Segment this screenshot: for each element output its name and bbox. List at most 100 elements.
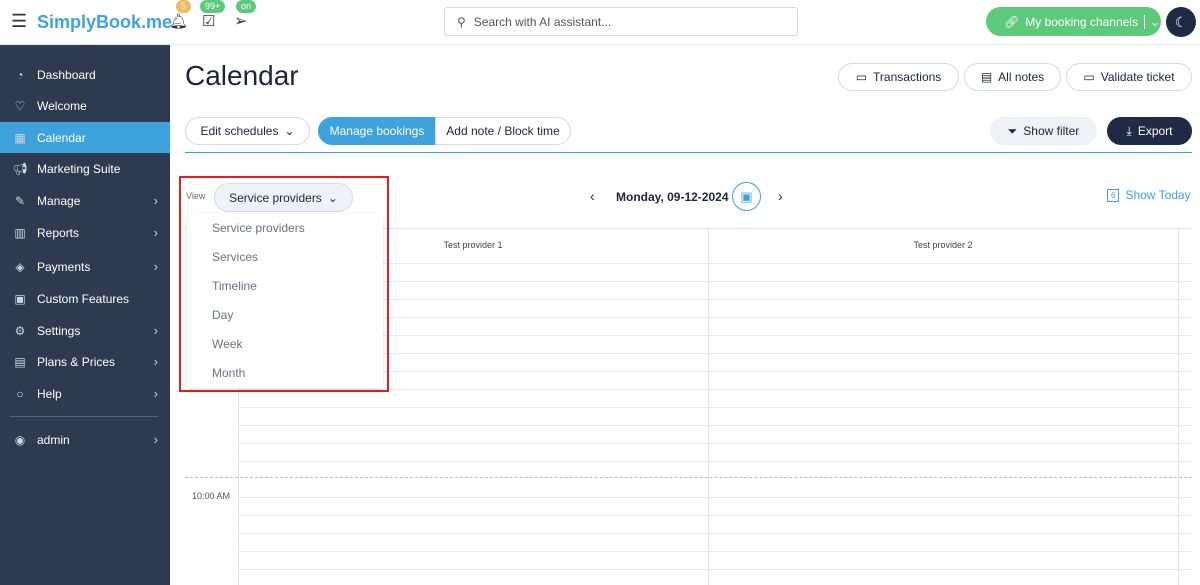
sidebar-item-calendar[interactable]: ▦ Calendar: [0, 122, 170, 153]
chevron-down-icon: ⌄: [1143, 14, 1160, 29]
grid-row-line: [238, 443, 1192, 444]
chevron-right-icon: ›: [153, 354, 158, 369]
user-icon: ◉: [14, 432, 26, 447]
note-icon: ▤: [980, 70, 993, 84]
edit-schedules-label: Edit schedules: [200, 124, 279, 138]
tag-icon: ◈: [15, 259, 25, 274]
sidebar-item-label: Manage: [37, 193, 81, 208]
booking-channels-button[interactable]: 🔗︎ My booking channels ⌄: [986, 7, 1161, 36]
view-option[interactable]: Timeline: [187, 272, 383, 301]
sidebar-item-welcome[interactable]: ♡ Welcome: [0, 90, 170, 121]
hamburger-menu-icon[interactable]: ☰: [11, 11, 27, 32]
paper-plane-icon[interactable]: ➢: [234, 11, 247, 31]
calendar-today-icon: 6: [1107, 188, 1120, 202]
time-label: 10:00 AM: [192, 491, 231, 501]
grid-row-line: [238, 551, 1192, 552]
ticket-icon: ▭: [1083, 70, 1095, 84]
sidebar-item-label: Payments: [37, 259, 91, 274]
view-option[interactable]: Services: [187, 243, 383, 272]
manage-bookings-tab[interactable]: Manage bookings: [318, 117, 436, 145]
export-label: Export: [1137, 124, 1173, 138]
chevron-right-icon: ›: [153, 193, 158, 208]
toolbar-divider: [185, 152, 1192, 153]
date-picker-icon[interactable]: ▣: [732, 182, 761, 211]
transactions-label: Transactions: [873, 70, 942, 84]
edit-schedules-button[interactable]: Edit schedules ⌄: [185, 117, 310, 145]
view-option[interactable]: Service providers: [187, 214, 383, 243]
transactions-button[interactable]: ▭ Transactions: [838, 63, 959, 91]
sidebar-item-marketing-suite[interactable]: 📢︎ Marketing Suite: [0, 153, 170, 184]
link-icon: 🔗︎: [1004, 14, 1020, 29]
sidebar-item-manage[interactable]: ✎ Manage ›: [0, 185, 170, 216]
bell-icon[interactable]: 🔔︎: [169, 12, 188, 30]
chat-icon: ○: [16, 386, 24, 401]
calendar-icon: ▦: [14, 130, 26, 145]
view-dropdown-menu: Service providers Services Timeline Day Week…: [187, 214, 383, 388]
pencil-icon: ✎: [14, 193, 26, 208]
sidebar-item-custom-features[interactable]: ▣ Custom Features: [0, 283, 170, 314]
all-notes-button[interactable]: ▤ All notes: [964, 63, 1061, 91]
sidebar-item-label: Plans & Prices: [37, 354, 116, 369]
search-input[interactable]: ⚲ Search with AI assistant...: [444, 7, 798, 36]
validate-ticket-button[interactable]: ▭ Validate ticket: [1066, 63, 1192, 91]
chart-icon: ▥: [14, 225, 26, 240]
search-placeholder: Search with AI assistant...: [473, 14, 612, 29]
cash-icon: ▭: [855, 70, 868, 84]
view-select[interactable]: Service providers ⌄: [214, 183, 353, 212]
sidebar-item-label: Calendar: [37, 130, 86, 145]
view-highlight: View Service providers ⌄ Service provider…: [179, 176, 389, 392]
sidebar-item-label: Welcome: [37, 98, 87, 113]
all-notes-label: All notes: [998, 70, 1045, 84]
sidebar-item-label: Marketing Suite: [37, 161, 121, 176]
add-note-tab[interactable]: Add note / Block time: [435, 117, 571, 145]
sidebar: ◔ Dashboard ♡ Welcome ▦ Calendar 📢︎ Marketing S…: [0, 45, 170, 585]
theme-toggle-icon[interactable]: ☾: [1166, 7, 1196, 37]
user-label: admin: [37, 432, 70, 447]
page-title: Calendar: [185, 60, 299, 91]
sidebar-item-label: Reports: [37, 225, 80, 240]
booking-channels-label: My booking channels: [1025, 14, 1138, 29]
channels-badge: on: [236, 0, 257, 13]
view-option[interactable]: Week: [187, 330, 383, 359]
chevron-right-icon: ›: [153, 323, 158, 338]
column-header-provider-2: Test provider 2: [913, 240, 973, 250]
next-day-button[interactable]: ›: [778, 188, 783, 204]
view-option[interactable]: Month: [187, 359, 383, 388]
chevron-down-icon: ⌄: [327, 190, 338, 205]
sidebar-item-label: Custom Features: [37, 291, 130, 306]
sidebar-item-reports[interactable]: ▥ Reports ›: [0, 217, 170, 248]
grid-row-line: [238, 569, 1192, 570]
show-today-label: Show Today: [1125, 188, 1191, 202]
prev-day-button[interactable]: ‹: [590, 188, 595, 204]
sidebar-item-admin[interactable]: ◉ admin ›: [0, 424, 170, 455]
grid-row-line: [238, 407, 1192, 408]
sidebar-item-plans-prices[interactable]: ▤ Plans & Prices ›: [0, 346, 170, 377]
chevron-right-icon: ›: [153, 386, 158, 401]
search-icon: ⚲: [457, 14, 466, 29]
grid-row-line: [238, 497, 1192, 498]
gift-icon: ▣: [14, 291, 26, 306]
chevron-right-icon: ›: [153, 259, 158, 274]
export-button[interactable]: ⤓ Export: [1107, 117, 1192, 145]
view-option[interactable]: Day: [187, 301, 383, 330]
megaphone-icon: 📢︎: [12, 161, 28, 176]
view-selected: Service providers: [229, 190, 322, 205]
show-today-button[interactable]: 6 Show Today: [1107, 188, 1191, 202]
view-label: View: [186, 191, 206, 201]
top-bar: ☰ SimplyBook.me 🔔︎ 5 ☑ 99+ ➢ on ⚲ Search …: [0, 0, 1200, 45]
sidebar-item-payments[interactable]: ◈ Payments ›: [0, 251, 170, 282]
sidebar-item-label: Dashboard: [37, 67, 96, 82]
validate-ticket-label: Validate ticket: [1100, 70, 1175, 84]
chevron-right-icon: ›: [153, 225, 158, 240]
sidebar-item-dashboard[interactable]: ◔ Dashboard: [0, 59, 170, 90]
gauge-icon: ◔: [16, 67, 24, 82]
calendar-check-icon[interactable]: ☑: [202, 12, 215, 30]
grid-row-line: [238, 461, 1192, 462]
show-filter-button[interactable]: ⏷ Show filter: [990, 117, 1097, 145]
sidebar-item-help[interactable]: ○ Help ›: [0, 378, 170, 409]
bulb-icon: ♡: [14, 98, 26, 113]
sidebar-item-settings[interactable]: ⚙ Settings ›: [0, 315, 170, 346]
logo[interactable]: SimplyBook.me: [37, 12, 172, 33]
sidebar-item-label: Help: [37, 386, 62, 401]
gear-icon: ⚙: [14, 323, 26, 338]
